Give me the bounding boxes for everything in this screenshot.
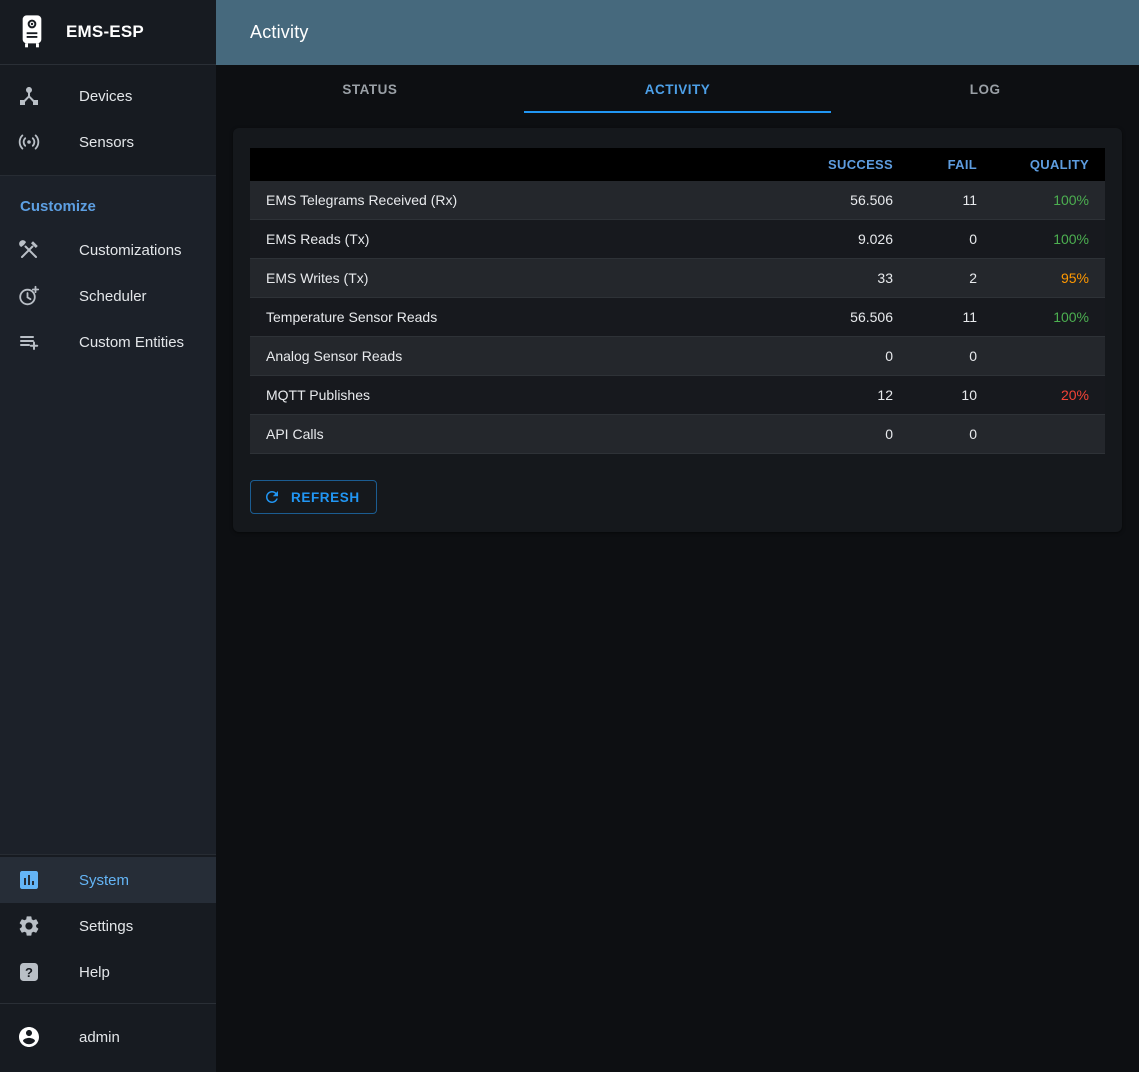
fail-cell: 11 xyxy=(909,298,993,337)
activity-card: SUCCESS FAIL QUALITY EMS Telegrams Recei… xyxy=(233,128,1122,532)
customize-section-label: Customize xyxy=(20,198,216,215)
sidebar-item-label: Settings xyxy=(79,918,133,935)
svg-text:?: ? xyxy=(25,965,33,980)
metric-label-cell: Temperature Sensor Reads xyxy=(250,298,789,337)
sensors-icon xyxy=(17,130,41,154)
success-cell: 56.506 xyxy=(789,181,909,220)
tab-activity[interactable]: ACTIVITY xyxy=(524,65,832,113)
table-row: Analog Sensor Reads 0 0 xyxy=(250,337,1105,376)
fail-cell: 0 xyxy=(909,415,993,454)
table-row: Temperature Sensor Reads 56.506 11 100% xyxy=(250,298,1105,337)
app-root: EMS-ESP Devices Se xyxy=(0,0,1139,1072)
account-circle-icon xyxy=(17,1025,41,1049)
quality-cell xyxy=(993,415,1105,454)
sidebar-item-label: System xyxy=(79,872,129,889)
fail-cell: 0 xyxy=(909,220,993,259)
sidebar: EMS-ESP Devices Se xyxy=(0,0,216,1072)
sidebar-spacer xyxy=(0,365,216,854)
bar-chart-icon xyxy=(17,868,41,892)
tab-status[interactable]: STATUS xyxy=(216,65,524,113)
table-row: EMS Writes (Tx) 33 2 95% xyxy=(250,259,1105,298)
fail-cell: 0 xyxy=(909,337,993,376)
sidebar-customize-section: Customize Customizations xyxy=(0,175,216,855)
page-title: Activity xyxy=(250,22,309,43)
refresh-icon xyxy=(263,488,281,506)
column-header-metric xyxy=(250,148,789,181)
fail-cell: 10 xyxy=(909,376,993,415)
tab-bar: STATUS ACTIVITY LOG xyxy=(216,65,1139,113)
sidebar-item-devices[interactable]: Devices xyxy=(0,73,216,119)
sidebar-item-admin[interactable]: admin xyxy=(0,1014,216,1060)
gear-icon xyxy=(17,914,41,938)
sidebar-item-system[interactable]: System xyxy=(0,857,216,903)
success-cell: 0 xyxy=(789,415,909,454)
construction-icon xyxy=(17,238,41,262)
quality-cell: 95% xyxy=(993,259,1105,298)
ems-esp-logo-icon xyxy=(16,13,48,51)
signed-in-user-label: admin xyxy=(79,1029,120,1046)
sidebar-header: EMS-ESP xyxy=(0,0,216,65)
activity-table: SUCCESS FAIL QUALITY EMS Telegrams Recei… xyxy=(250,148,1105,454)
sidebar-item-custom-entities[interactable]: Custom Entities xyxy=(0,319,216,365)
quality-cell: 100% xyxy=(993,298,1105,337)
schedule-clock-icon xyxy=(17,284,41,308)
quality-cell: 20% xyxy=(993,376,1105,415)
table-row: MQTT Publishes 12 10 20% xyxy=(250,376,1105,415)
sidebar-item-sensors[interactable]: Sensors xyxy=(0,119,216,165)
table-row: EMS Reads (Tx) 9.026 0 100% xyxy=(250,220,1105,259)
sidebar-item-label: Sensors xyxy=(79,134,134,151)
quality-cell: 100% xyxy=(993,181,1105,220)
column-header-quality: QUALITY xyxy=(993,148,1105,181)
sidebar-item-customizations[interactable]: Customizations xyxy=(0,227,216,273)
quality-cell: 100% xyxy=(993,220,1105,259)
metric-label-cell: API Calls xyxy=(250,415,789,454)
column-header-success: SUCCESS xyxy=(789,148,909,181)
metric-label-cell: MQTT Publishes xyxy=(250,376,789,415)
sidebar-item-scheduler[interactable]: Scheduler xyxy=(0,273,216,319)
sidebar-item-label: Customizations xyxy=(79,242,182,259)
sidebar-menu-top: Devices Sensors xyxy=(0,65,216,165)
table-row: EMS Telegrams Received (Rx) 56.506 11 10… xyxy=(250,181,1105,220)
quality-cell xyxy=(993,337,1105,376)
main-area: Activity STATUS ACTIVITY LOG SUCCESS FAI… xyxy=(216,0,1139,1072)
column-header-fail: FAIL xyxy=(909,148,993,181)
playlist-add-icon xyxy=(17,330,41,354)
sidebar-item-label: Help xyxy=(79,964,110,981)
metric-label-cell: EMS Writes (Tx) xyxy=(250,259,789,298)
success-cell: 0 xyxy=(789,337,909,376)
device-hub-icon xyxy=(17,84,41,108)
appbar: Activity xyxy=(216,0,1139,65)
sidebar-user-section: admin xyxy=(0,1004,216,1072)
refresh-button-label: REFRESH xyxy=(291,490,360,505)
table-row: API Calls 0 0 xyxy=(250,415,1105,454)
help-icon: ? xyxy=(17,960,41,984)
success-cell: 9.026 xyxy=(789,220,909,259)
sidebar-menu-bottom: System Settings ? Help xyxy=(0,855,216,995)
table-header-row: SUCCESS FAIL QUALITY xyxy=(250,148,1105,181)
sidebar-item-label: Devices xyxy=(79,88,132,105)
tab-log[interactable]: LOG xyxy=(831,65,1139,113)
fail-cell: 2 xyxy=(909,259,993,298)
fail-cell: 11 xyxy=(909,181,993,220)
sidebar-item-help[interactable]: ? Help xyxy=(0,949,216,995)
success-cell: 33 xyxy=(789,259,909,298)
metric-label-cell: EMS Reads (Tx) xyxy=(250,220,789,259)
metric-label-cell: Analog Sensor Reads xyxy=(250,337,789,376)
sidebar-item-settings[interactable]: Settings xyxy=(0,903,216,949)
sidebar-item-label: Scheduler xyxy=(79,288,147,305)
success-cell: 56.506 xyxy=(789,298,909,337)
app-title: EMS-ESP xyxy=(66,22,144,42)
sidebar-item-label: Custom Entities xyxy=(79,334,184,351)
success-cell: 12 xyxy=(789,376,909,415)
metric-label-cell: EMS Telegrams Received (Rx) xyxy=(250,181,789,220)
refresh-button[interactable]: REFRESH xyxy=(250,480,377,514)
